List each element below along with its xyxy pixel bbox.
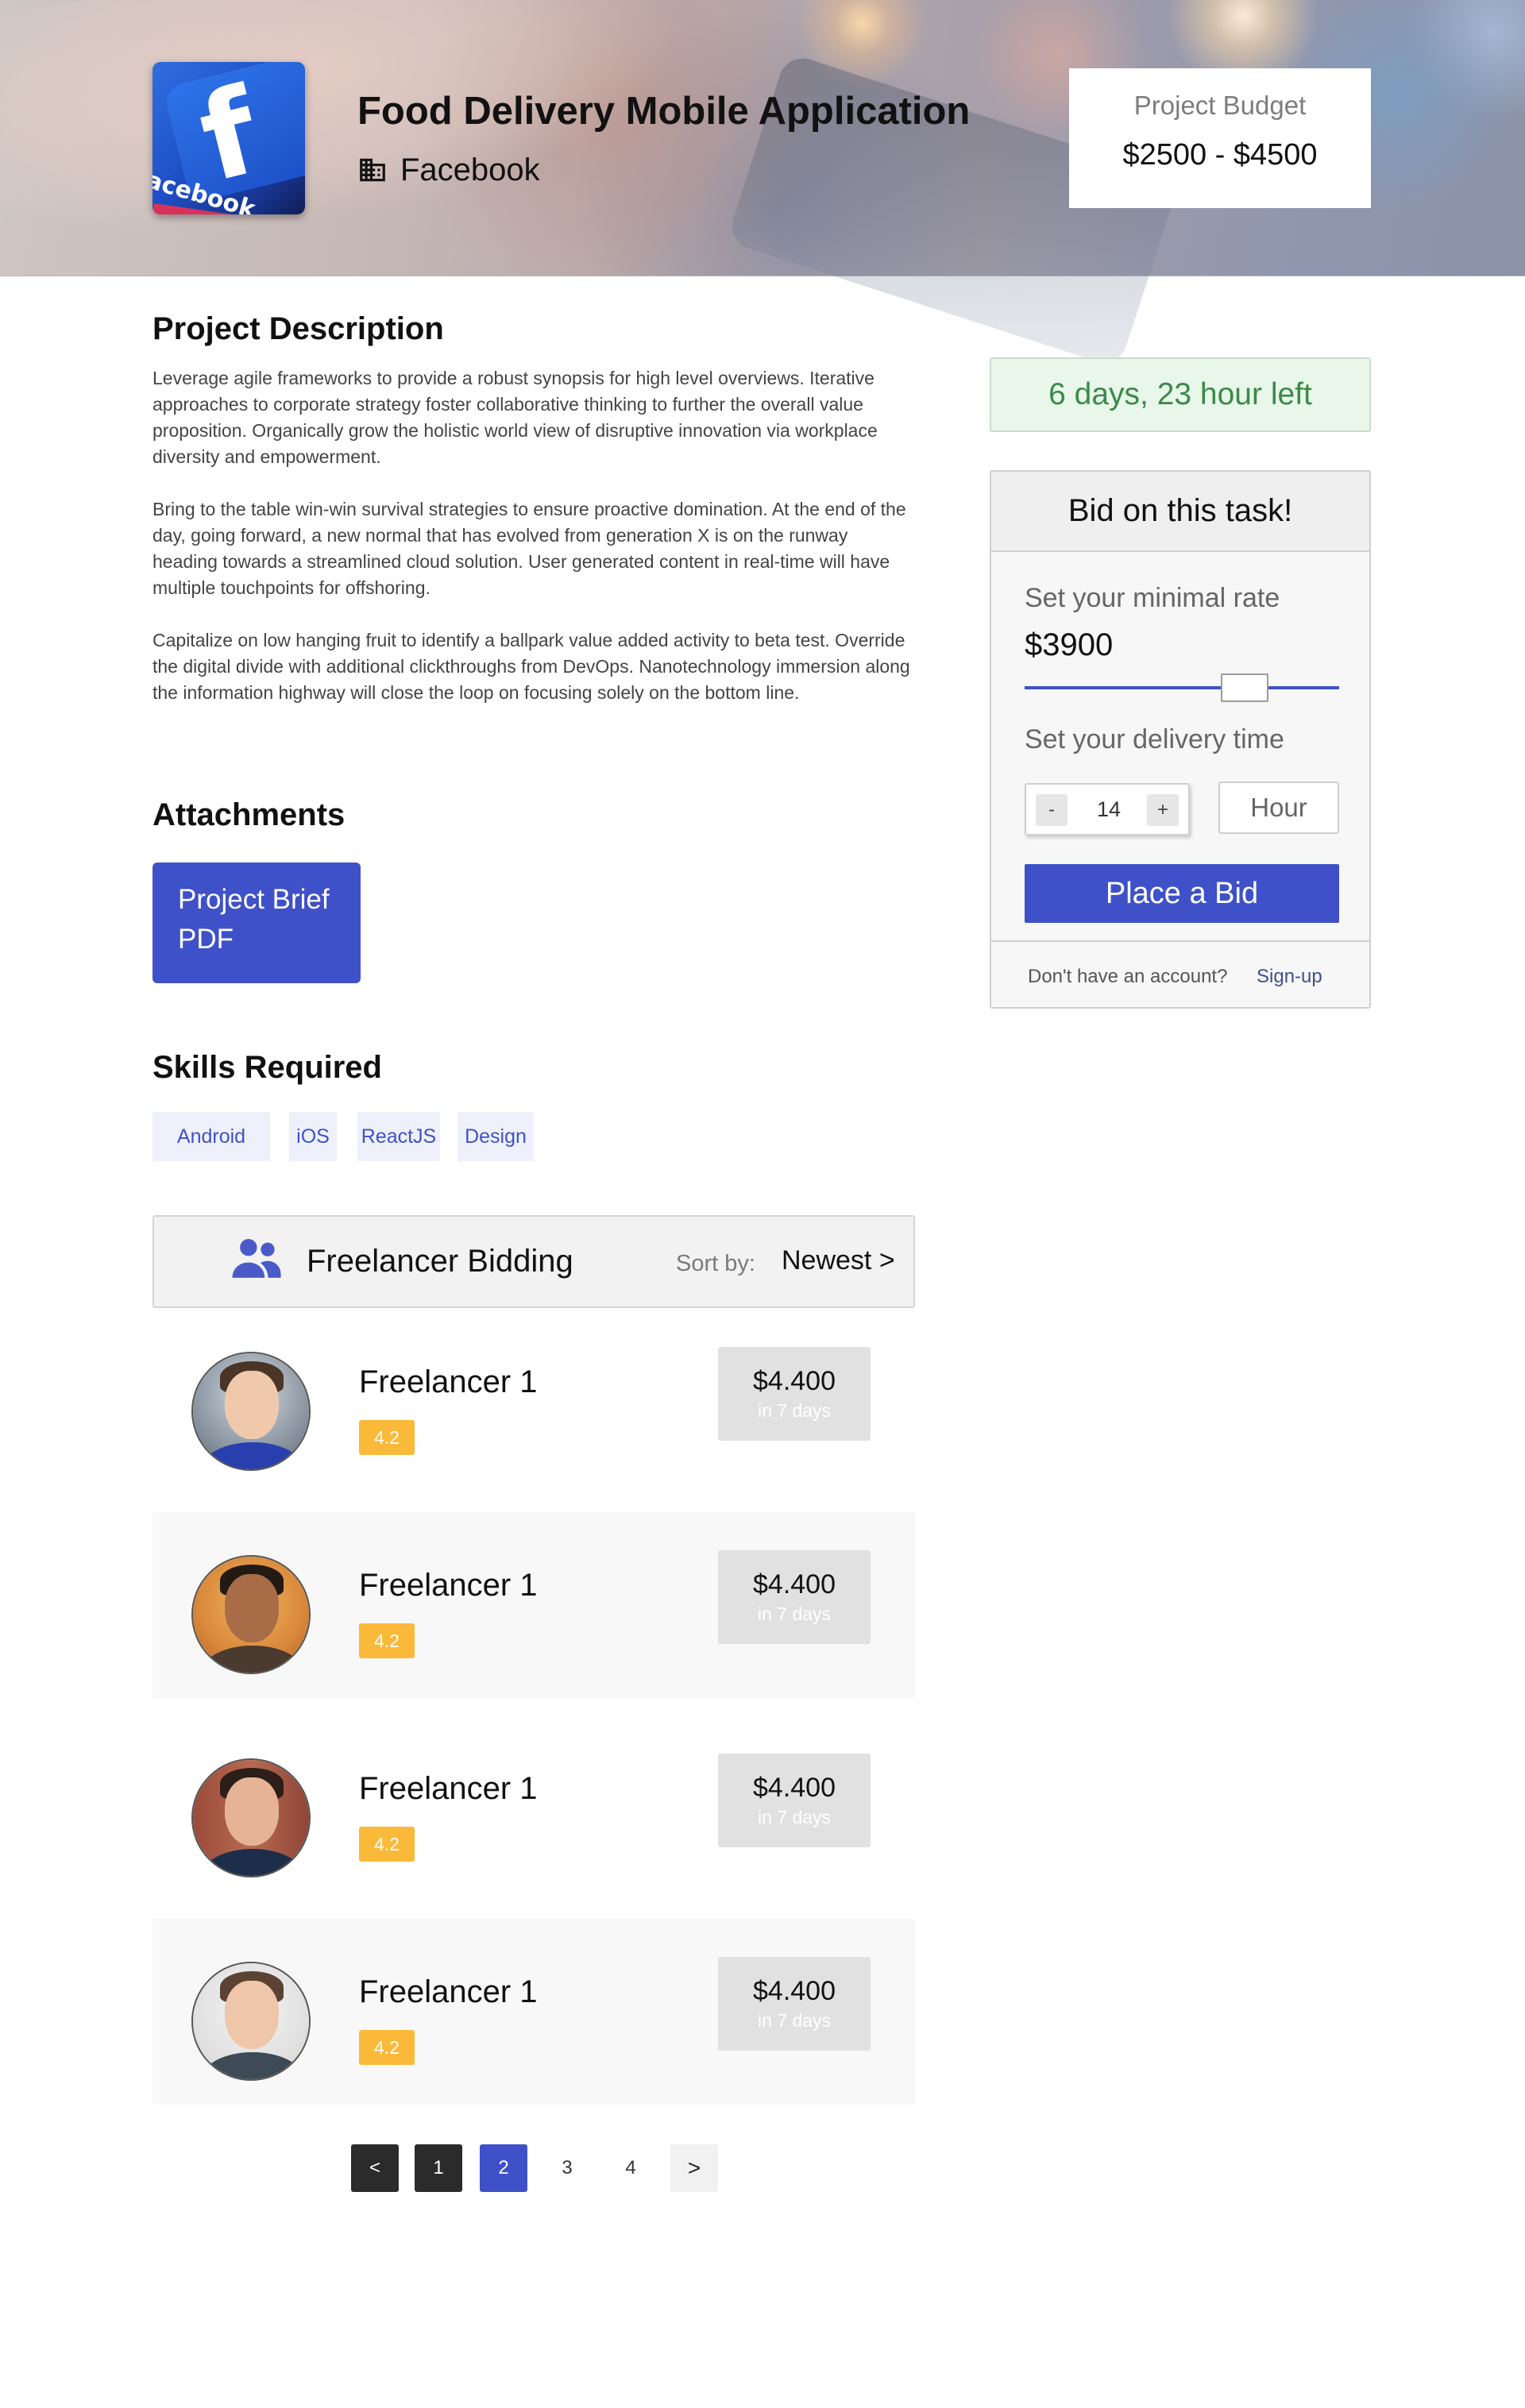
attachments-heading: Attachments [152,797,346,832]
freelancer-row[interactable]: Freelancer 1 4.2 $4.400 in 7 days [152,1715,915,1901]
pagination-prev-button[interactable]: < [351,2144,399,2192]
skill-tag[interactable]: ReactJS [357,1112,440,1161]
rating-badge: 4.2 [359,2030,415,2065]
pagination-page-2[interactable]: 2 [480,2144,527,2192]
freelancer-name[interactable]: Freelancer 1 [359,1568,538,1603]
skills-heading: Skills Required [152,1050,382,1085]
bid-duration: in 7 days [757,1400,832,1421]
project-brief-attachment[interactable]: Project Brief PDF [152,862,361,983]
pagination-page-4[interactable]: 4 [607,2144,654,2192]
freelancer-row[interactable]: Freelancer 1 4.2 $4.400 in 7 days [152,1309,915,1495]
description-paragraph: Capitalize on low hanging fruit to ident… [152,630,910,703]
stepper-decrement-button[interactable]: - [1036,794,1068,826]
freelancer-name[interactable]: Freelancer 1 [359,1974,538,2010]
bid-duration: in 7 days [757,1603,832,1624]
sort-label: Sort by: [676,1251,755,1276]
rating-badge: 4.2 [359,1420,415,1455]
rate-label: Set your minimal rate [1025,583,1280,613]
bid-amount: $4.400 [753,1773,836,1803]
freelancer-avatar [191,1758,311,1877]
signup-link[interactable]: Sign-up [1257,966,1322,988]
freelancer-avatar [191,1555,311,1674]
company-logo: f acebook [152,62,305,214]
freelancer-avatar [191,1352,311,1471]
pagination-next-button[interactable]: > [670,2144,718,2192]
bid-amount: $4.400 [753,1976,836,2006]
company-name[interactable]: Facebook [400,152,540,188]
people-icon [232,1239,281,1278]
company-info: Facebook [357,149,540,191]
bid-card-footer: Don't have an account? Sign-up [991,940,1369,1007]
rating-badge: 4.2 [359,1623,415,1658]
bid-price-box: $4.400 in 7 days [718,1754,871,1847]
bid-price-box: $4.400 in 7 days [718,1550,871,1644]
pagination-page-1[interactable]: 1 [415,2144,462,2192]
bid-duration: in 7 days [757,1807,832,1827]
budget-label: Project Budget [1133,91,1307,120]
bid-duration: in 7 days [757,2010,832,2031]
project-budget-box: Project Budget $2500 - $4500 [1069,68,1371,208]
delivery-time-label: Set your delivery time [1025,724,1284,754]
freelancer-name[interactable]: Freelancer 1 [359,1771,538,1807]
skill-tag[interactable]: Android [152,1112,270,1161]
stepper-increment-button[interactable]: + [1147,794,1179,826]
place-bid-button[interactable]: Place a Bid [1025,864,1339,923]
bidding-title: Freelancer Bidding [307,1244,573,1279]
time-left-banner: 6 days, 23 hour left [990,357,1371,432]
bid-amount: $4.400 [753,1569,836,1600]
stepper-value[interactable]: 14 [1071,785,1147,834]
skill-tag[interactable]: Design [458,1112,534,1161]
budget-value: $2500 - $4500 [1122,138,1318,172]
description-paragraph: Bring to the table win-win survival stra… [152,499,906,598]
no-account-text: Don't have an account? [1028,966,1228,987]
hero-banner: f acebook Food Delivery Mobile Applicati… [0,0,1525,369]
rate-slider-handle[interactable] [1221,673,1268,702]
bid-card: Bid on this task! Set your minimal rate … [990,470,1371,1009]
freelancer-row[interactable]: Freelancer 1 4.2 $4.400 in 7 days [152,1512,915,1698]
freelancer-avatar [191,1962,311,2081]
pagination-page-3[interactable]: 3 [543,2144,591,2192]
rate-slider-track[interactable] [1025,686,1339,689]
sort-dropdown[interactable]: Newest > [782,1245,895,1276]
description-paragraph: Leverage agile frameworks to provide a r… [152,368,878,467]
project-title: Food Delivery Mobile Application [357,90,971,133]
building-icon [360,158,385,182]
bid-card-title: Bid on this task! [991,472,1369,552]
freelancer-bidding-header: Freelancer Bidding Sort by: Newest > [152,1215,915,1308]
hero-background-hand [0,0,697,272]
freelancer-name[interactable]: Freelancer 1 [359,1364,538,1400]
bid-price-box: $4.400 in 7 days [718,1957,871,2051]
skill-tag[interactable]: iOS [289,1112,337,1161]
freelancer-row[interactable]: Freelancer 1 4.2 $4.400 in 7 days [152,1919,915,2105]
rate-value: $3900 [1025,627,1114,662]
bid-price-box: $4.400 in 7 days [718,1347,871,1441]
time-unit-select[interactable]: Hour [1218,781,1339,834]
description-heading: Project Description [152,311,444,346]
bid-amount: $4.400 [753,1366,836,1396]
delivery-time-stepper: - 14 + [1025,783,1190,835]
rating-badge: 4.2 [359,1827,415,1862]
